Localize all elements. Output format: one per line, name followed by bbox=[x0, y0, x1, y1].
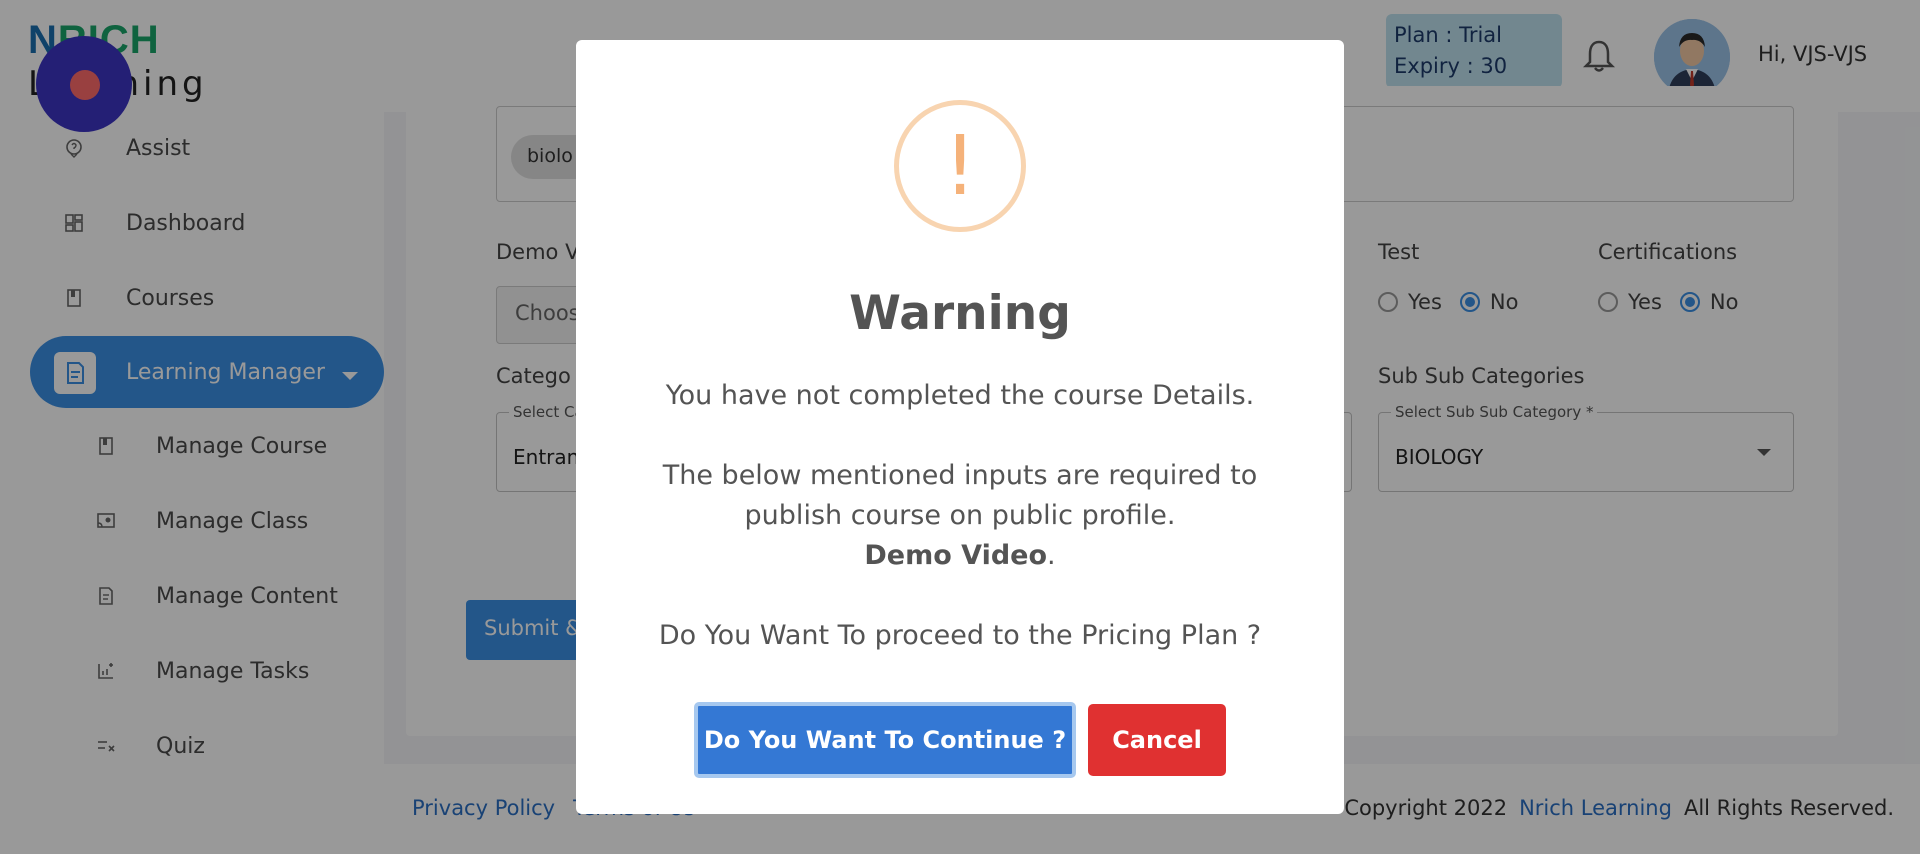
message-line-2: The below mentioned inputs are required … bbox=[662, 460, 1258, 531]
dialog-actions: Do You Want To Continue ? Cancel bbox=[576, 702, 1344, 778]
exclamation-mark: ! bbox=[943, 119, 977, 214]
cancel-button[interactable]: Cancel bbox=[1088, 704, 1226, 776]
warning-icon: ! bbox=[894, 100, 1026, 232]
message-line-1: You have not completed the course Detail… bbox=[665, 380, 1255, 411]
missing-inputs: Demo Video. bbox=[636, 536, 1284, 576]
continue-button[interactable]: Do You Want To Continue ? bbox=[694, 702, 1076, 778]
dialog-title: Warning bbox=[849, 286, 1071, 341]
dialog-message: You have not completed the course Detail… bbox=[636, 376, 1284, 656]
missing-suffix: . bbox=[1047, 540, 1056, 571]
message-question: Do You Want To proceed to the Pricing Pl… bbox=[658, 620, 1262, 651]
warning-dialog: ! Warning You have not completed the cou… bbox=[576, 40, 1344, 814]
missing-input-item: Demo Video bbox=[864, 540, 1048, 571]
